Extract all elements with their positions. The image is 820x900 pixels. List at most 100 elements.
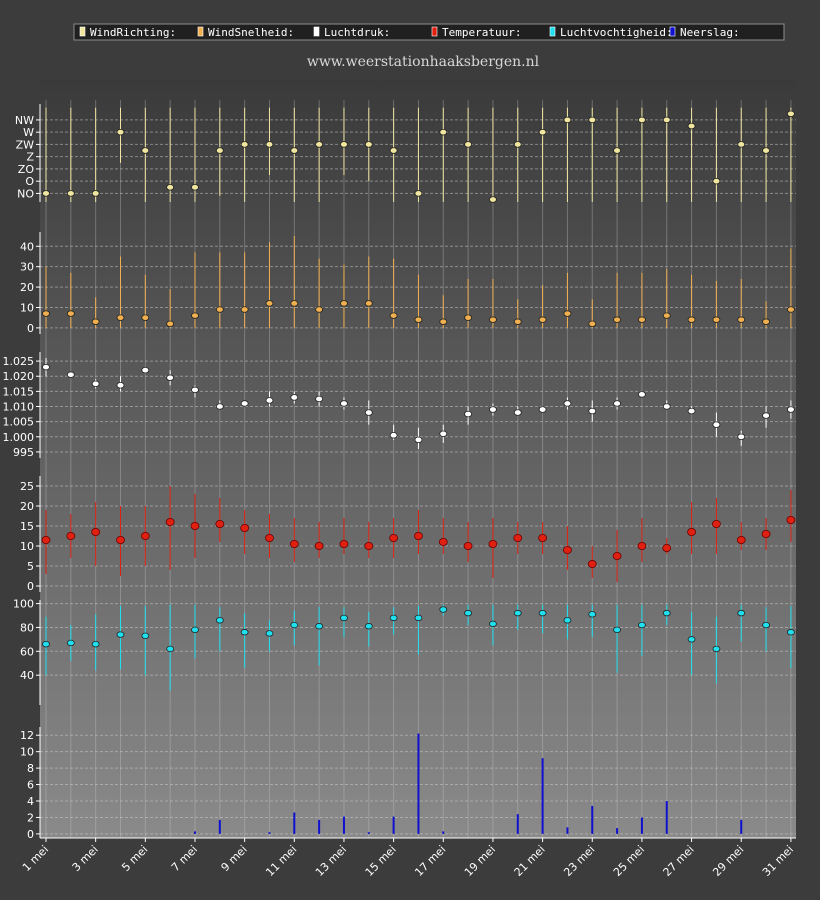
precip-bar (566, 827, 569, 834)
data-point (638, 391, 646, 398)
data-point (638, 621, 646, 629)
legend-label: WindRichting: (90, 26, 176, 39)
data-point (91, 190, 100, 197)
data-point (439, 128, 448, 136)
y-tick-label: 80 (20, 621, 34, 634)
legend: WindRichting: WindSnelheid: Luchtdruk: Temp… (73, 23, 785, 41)
data-point (191, 184, 199, 191)
x-tick-label: 23 mei (561, 843, 597, 879)
y-tick-label: NW (15, 114, 34, 127)
precip-bar (193, 831, 196, 834)
data-point (737, 316, 746, 323)
y-tick-label: 1.020 (3, 370, 35, 383)
data-point (141, 366, 150, 374)
data-point (265, 141, 274, 148)
data-point (364, 300, 373, 307)
data-point (42, 190, 50, 197)
x-tick-label: 29 mei (710, 843, 746, 879)
data-point (290, 621, 299, 629)
legend-item: WindRichting: (79, 26, 176, 39)
data-point (315, 395, 324, 403)
data-point (439, 318, 448, 325)
data-point (538, 316, 547, 323)
data-point (563, 617, 572, 624)
data-point (240, 141, 249, 148)
data-point (91, 528, 101, 537)
data-point (289, 540, 299, 549)
data-point (613, 147, 621, 154)
data-point (638, 316, 646, 323)
data-point (588, 611, 597, 618)
data-point (563, 546, 572, 555)
data-point (91, 380, 100, 387)
y-tick-label: 1.000 (3, 431, 35, 444)
data-point (116, 314, 125, 321)
y-tick-label: 6 (27, 779, 34, 792)
y-tick-label: 8 (27, 762, 34, 775)
data-point (587, 560, 597, 569)
data-point (563, 310, 572, 317)
y-tick-label: 40 (20, 669, 34, 682)
data-point (215, 520, 225, 529)
precip-bar (616, 828, 619, 834)
precip-bar (218, 819, 221, 834)
data-point (240, 306, 249, 313)
x-axis: 1 mei 3 mei 5 mei 7 mei 9 mei 11 mei 13 mei 15 … (20, 837, 796, 879)
data-point (191, 626, 199, 634)
y-tick-label: W (23, 126, 34, 139)
data-point (290, 147, 299, 154)
precip-bar (318, 819, 321, 834)
x-tick-label: 19 mei (462, 843, 498, 879)
data-point (737, 609, 746, 617)
site-label: www.weerstationhaaksbergen.nl (307, 54, 540, 70)
data-point (662, 609, 671, 617)
data-point (116, 382, 125, 389)
legend-swatch (79, 26, 86, 37)
precip-bar (367, 832, 370, 834)
y-tick-label: ZO (18, 163, 35, 176)
y-tick-label: O (25, 175, 34, 188)
data-point (141, 314, 150, 321)
y-tick-label: 30 (20, 261, 34, 274)
data-point (662, 544, 672, 553)
data-point (489, 196, 497, 203)
data-point (389, 312, 398, 319)
data-point (215, 617, 224, 624)
x-tick-label: 15 mei (363, 843, 399, 879)
precip-bar (442, 831, 445, 834)
data-point (66, 310, 75, 317)
data-point (737, 141, 746, 148)
y-tick-label: 10 (20, 746, 34, 759)
x-tick-label: 7 mei (169, 843, 200, 874)
precip-bar (293, 812, 296, 834)
legend-label: Neerslag: (680, 26, 740, 39)
precip-bar (665, 801, 668, 834)
data-point (166, 374, 175, 381)
data-point (91, 640, 100, 648)
data-point (42, 640, 50, 648)
data-point (265, 300, 274, 307)
data-point (66, 532, 76, 541)
data-point (712, 421, 721, 428)
data-point (787, 306, 795, 313)
data-point (438, 538, 448, 547)
legend-label: Luchtdruk: (324, 26, 390, 39)
data-point (439, 606, 448, 613)
data-point (389, 432, 398, 439)
data-point (41, 536, 51, 545)
precip-bar (591, 805, 594, 834)
y-tick-label: 0 (27, 580, 34, 593)
x-tick-label: 13 mei (313, 843, 349, 879)
data-point (340, 614, 348, 622)
precip-bar (417, 733, 420, 834)
data-point (613, 316, 621, 323)
y-tick-label: 1.010 (3, 401, 35, 414)
data-point (166, 184, 175, 191)
data-point (712, 520, 721, 529)
data-point (513, 609, 522, 617)
data-point (762, 318, 770, 325)
data-point (638, 116, 646, 124)
data-point (538, 128, 547, 136)
legend-label: WindSnelheid: (208, 26, 294, 39)
data-point (315, 623, 324, 630)
